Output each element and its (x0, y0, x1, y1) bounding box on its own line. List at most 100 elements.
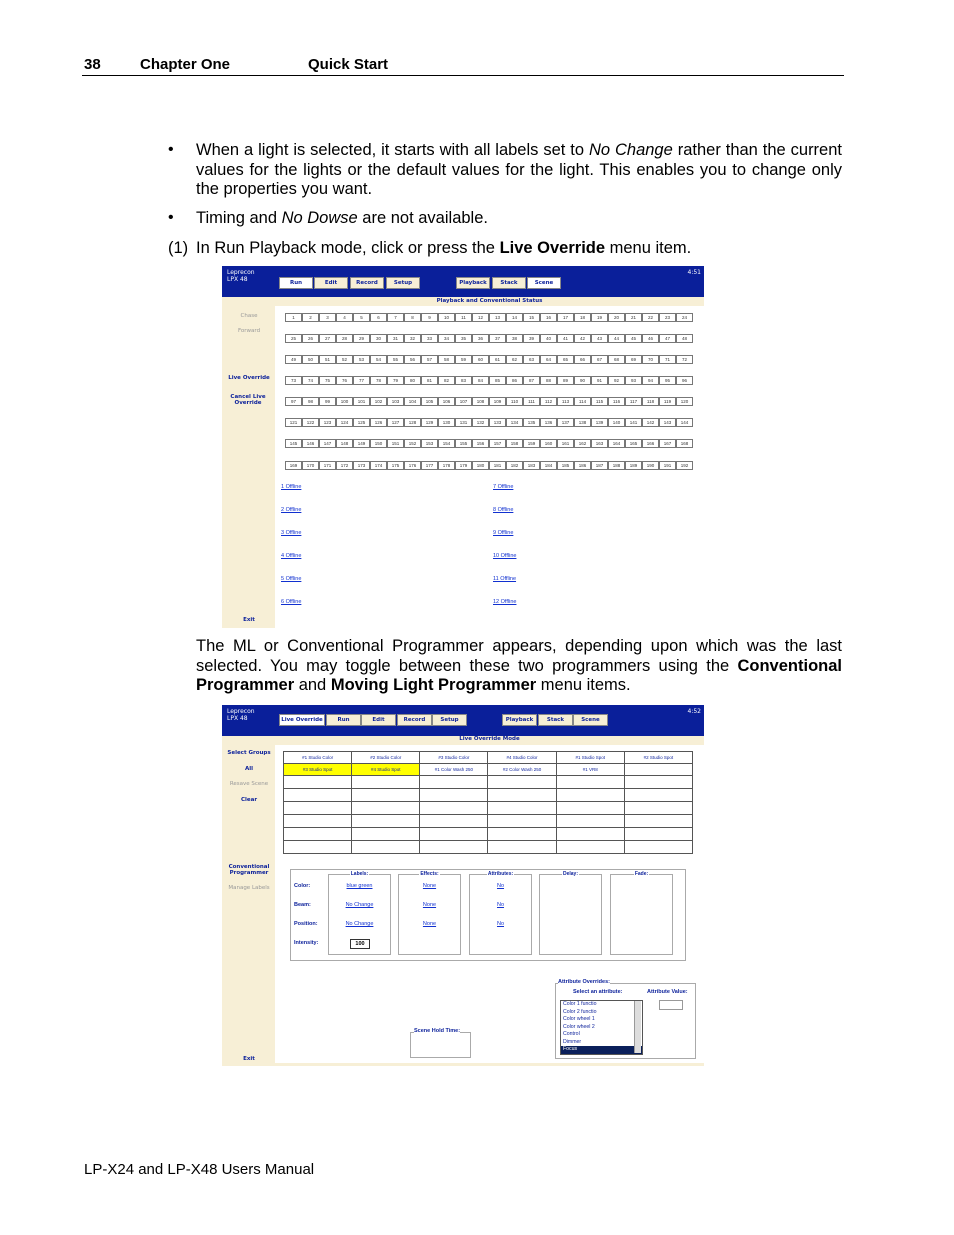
scene-button[interactable]: 2 (302, 313, 319, 322)
offline-link[interactable]: 10 Offline (493, 553, 516, 559)
scene-button[interactable]: 148 (336, 439, 353, 448)
scene-button[interactable]: 31 (387, 334, 404, 343)
scene-button[interactable]: 124 (336, 418, 353, 427)
menu-manage-labels[interactable]: Manage Labels (222, 885, 276, 891)
scene-button[interactable]: 103 (387, 397, 404, 406)
scene-button[interactable]: 60 (472, 355, 489, 364)
scene-button[interactable]: 28 (336, 334, 353, 343)
effect-link[interactable]: None (398, 883, 461, 889)
scene-button[interactable]: 92 (608, 376, 625, 385)
scene-button[interactable]: 176 (404, 461, 421, 470)
scene-button[interactable]: 137 (557, 418, 574, 427)
attr-link[interactable]: No (469, 883, 532, 889)
menu-resave-scene[interactable]: Resave Scene (222, 781, 276, 787)
group-cell[interactable] (419, 840, 489, 854)
scene-button[interactable]: 105 (421, 397, 438, 406)
menu-button-playback[interactable]: Playback (456, 277, 490, 289)
menu-exit[interactable]: Exit (222, 1056, 276, 1062)
attribute-option[interactable]: Dimmer (561, 1039, 642, 1047)
scene-button[interactable]: 156 (472, 439, 489, 448)
scene-button[interactable]: 78 (370, 376, 387, 385)
menu-button-setup[interactable]: Setup (432, 714, 467, 726)
scene-button[interactable]: 96 (676, 376, 693, 385)
scene-button[interactable]: 178 (438, 461, 455, 470)
scene-button[interactable]: 35 (455, 334, 472, 343)
scene-button[interactable]: 113 (557, 397, 574, 406)
scene-button[interactable]: 18 (574, 313, 591, 322)
menu-button-record[interactable]: Record (350, 277, 384, 289)
scene-button[interactable]: 25 (285, 334, 302, 343)
menu-button-playback[interactable]: Playback (502, 714, 537, 726)
scene-button[interactable]: 88 (540, 376, 557, 385)
label-link[interactable]: blue green (328, 883, 391, 889)
scene-button[interactable]: 136 (540, 418, 557, 427)
scene-button[interactable]: 70 (642, 355, 659, 364)
scene-button[interactable]: 135 (523, 418, 540, 427)
scene-button[interactable]: 183 (523, 461, 540, 470)
scene-button[interactable]: 67 (591, 355, 608, 364)
scene-button[interactable]: 94 (642, 376, 659, 385)
scene-button[interactable]: 41 (557, 334, 574, 343)
scene-button[interactable]: 129 (421, 418, 438, 427)
scene-button[interactable]: 12 (472, 313, 489, 322)
scene-button[interactable]: 173 (353, 461, 370, 470)
menu-live-override[interactable]: Live Override (222, 375, 276, 381)
delay-box[interactable]: Delay: (539, 871, 602, 955)
menu-button-setup[interactable]: Setup (386, 277, 420, 289)
menu-button-run[interactable]: Run (326, 714, 361, 726)
group-cell[interactable] (351, 840, 421, 854)
group-cell[interactable]: #1 Studio Spot (555, 751, 625, 764)
scene-hold-time-box[interactable] (410, 1032, 471, 1058)
group-cell[interactable] (419, 814, 489, 828)
scene-button[interactable]: 123 (319, 418, 336, 427)
group-cell[interactable] (419, 775, 489, 789)
scene-button[interactable]: 23 (659, 313, 676, 322)
scene-button[interactable]: 145 (285, 439, 302, 448)
group-cell[interactable]: #2 Studio Color (351, 751, 421, 764)
scene-button[interactable]: 139 (591, 418, 608, 427)
scene-button[interactable]: 189 (625, 461, 642, 470)
group-cell[interactable] (351, 827, 421, 841)
scene-button[interactable]: 44 (608, 334, 625, 343)
menu-cancel-live-override[interactable]: Cancel Live Override (222, 394, 274, 406)
scene-button[interactable]: 160 (540, 439, 557, 448)
offline-link[interactable]: 7 Offline (493, 484, 513, 490)
scene-button[interactable]: 11 (455, 313, 472, 322)
attr-link[interactable]: No (469, 902, 532, 908)
scene-button[interactable]: 6 (370, 313, 387, 322)
scene-button[interactable]: 142 (642, 418, 659, 427)
scene-button[interactable]: 14 (506, 313, 523, 322)
scene-button[interactable]: 116 (608, 397, 625, 406)
scene-button[interactable]: 128 (404, 418, 421, 427)
scene-button[interactable]: 175 (387, 461, 404, 470)
scene-button[interactable]: 87 (523, 376, 540, 385)
group-cell[interactable] (487, 788, 557, 802)
scene-button[interactable]: 101 (353, 397, 370, 406)
scene-button[interactable]: 112 (540, 397, 557, 406)
effect-link[interactable]: None (398, 921, 461, 927)
group-cell[interactable]: #4 Studio Spot (351, 763, 421, 776)
scene-button[interactable]: 108 (472, 397, 489, 406)
menu-button-stack[interactable]: Stack (538, 714, 573, 726)
label-link[interactable]: No Change (328, 902, 391, 908)
menu-conventional-programmer[interactable]: Conventional Programmer (222, 864, 276, 876)
scene-button[interactable]: 69 (625, 355, 642, 364)
scene-button[interactable]: 117 (625, 397, 642, 406)
group-cell[interactable] (282, 840, 353, 854)
menu-button-stack[interactable]: Stack (492, 277, 526, 289)
scene-button[interactable]: 180 (472, 461, 489, 470)
scene-button[interactable]: 3 (319, 313, 336, 322)
scene-button[interactable]: 39 (523, 334, 540, 343)
group-cell[interactable]: #2 Studio Spot (623, 751, 694, 764)
scene-button[interactable]: 89 (557, 376, 574, 385)
scene-button[interactable]: 185 (557, 461, 574, 470)
scene-button[interactable]: 146 (302, 439, 319, 448)
group-cell[interactable] (487, 827, 557, 841)
group-cell[interactable] (487, 775, 557, 789)
scene-button[interactable]: 121 (285, 418, 302, 427)
scene-button[interactable]: 104 (404, 397, 421, 406)
effect-link[interactable]: None (398, 902, 461, 908)
scene-button[interactable]: 20 (608, 313, 625, 322)
scene-button[interactable]: 172 (336, 461, 353, 470)
scene-button[interactable]: 102 (370, 397, 387, 406)
